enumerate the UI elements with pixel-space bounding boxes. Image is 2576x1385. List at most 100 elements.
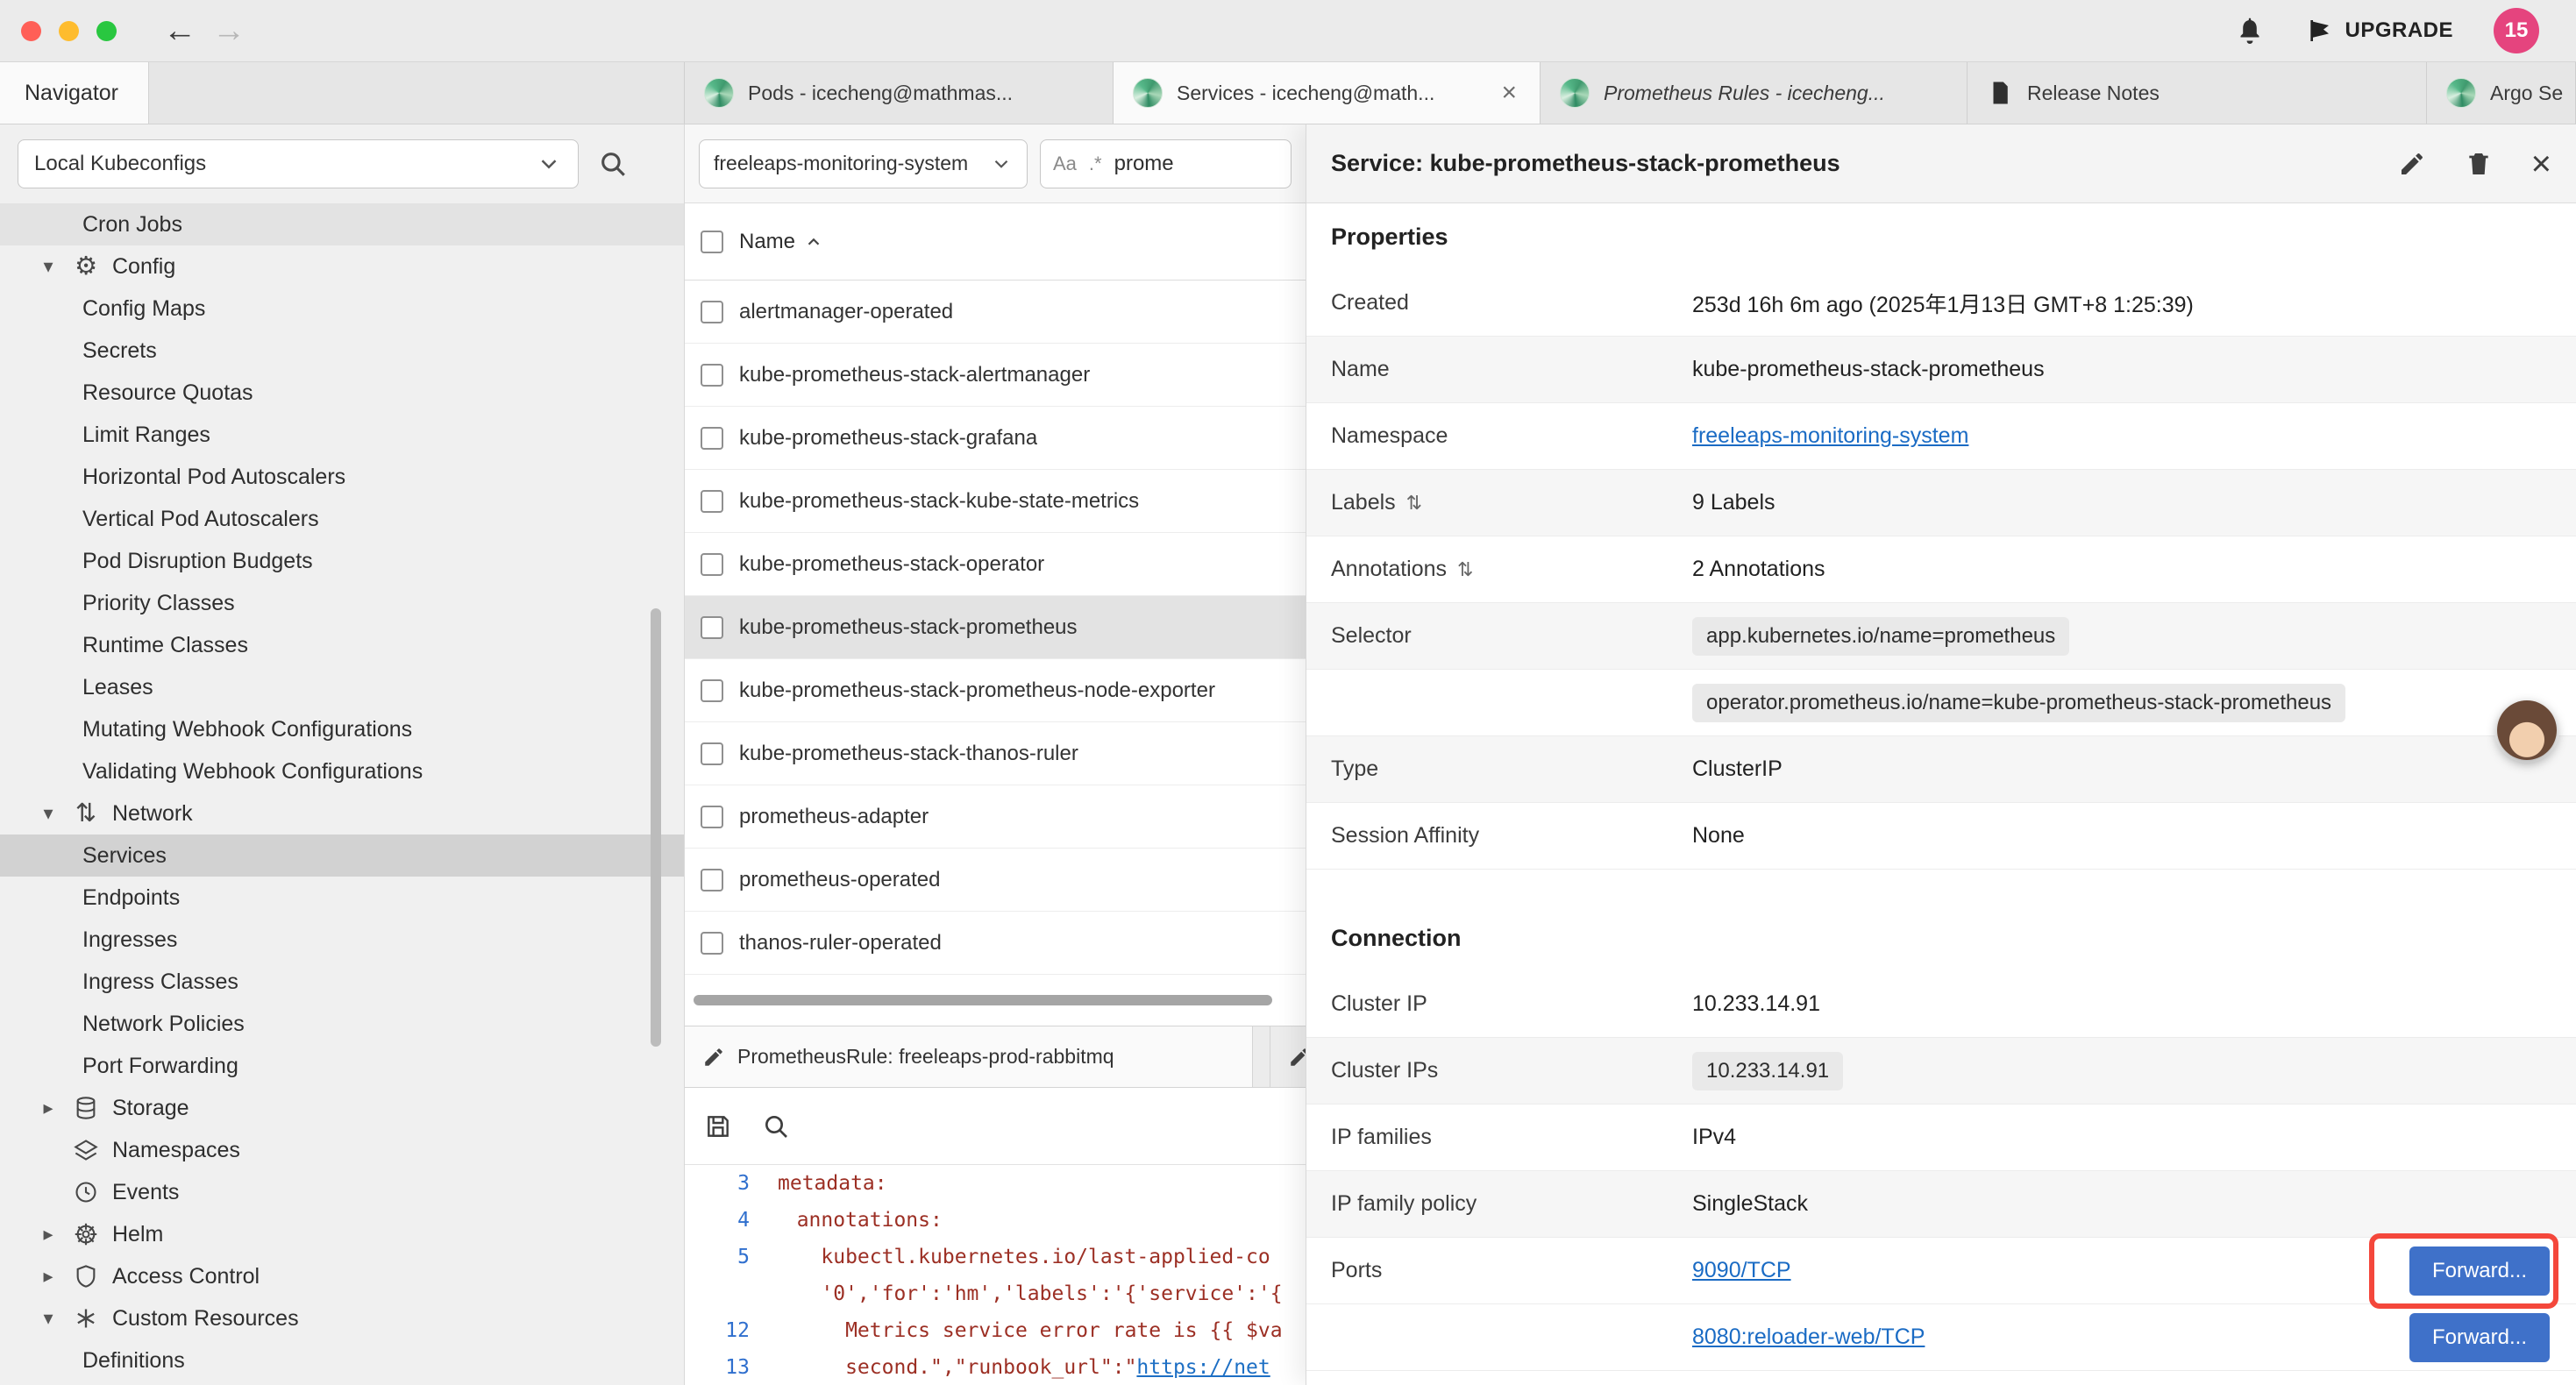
search-input[interactable] [1114, 152, 1220, 176]
tab-services[interactable]: Services - icecheng@math... × [1114, 62, 1541, 124]
sidebar-item-storage[interactable]: ▸ Storage [0, 1087, 684, 1129]
sidebar-item-events[interactable]: Events [0, 1171, 684, 1213]
tab-argo[interactable]: Argo Se [2427, 62, 2576, 124]
yaml-editor[interactable]: 3metadata: 4annotations: 5kubectl.kubern… [685, 1165, 1306, 1385]
tab-pods[interactable]: Pods - icecheng@mathmas... [685, 62, 1114, 124]
row-checkbox[interactable] [701, 301, 723, 323]
chevron-down-icon[interactable]: ▾ [37, 255, 60, 278]
regex-toggle[interactable]: .* [1089, 153, 1102, 175]
sidebar-search-icon[interactable] [598, 149, 628, 179]
chevron-right-icon[interactable]: ▸ [37, 1265, 60, 1288]
row-checkbox[interactable] [701, 932, 723, 955]
table-row[interactable]: kube-prometheus-stack-kube-state-metrics [685, 470, 1306, 533]
sidebar-item-port-forwarding[interactable]: Port Forwarding [0, 1045, 684, 1087]
back-icon[interactable]: ← [155, 14, 204, 47]
name-column-header[interactable]: Name [739, 230, 823, 254]
table-row[interactable]: kube-prometheus-stack-operator [685, 533, 1306, 596]
sidebar-item-cron-jobs[interactable]: Cron Jobs [0, 203, 684, 245]
tab-prometheus-rules[interactable]: Prometheus Rules - icecheng... [1541, 62, 1968, 124]
sidebar-item-custom-resources[interactable]: ▾ Custom Resources [0, 1297, 684, 1339]
table-row[interactable]: kube-prometheus-stack-prometheus-node-ex… [685, 659, 1306, 722]
tab-release-notes[interactable]: Release Notes [1968, 62, 2427, 124]
row-checkbox[interactable] [701, 553, 723, 576]
expand-labels-icon[interactable]: ⇅ [1406, 492, 1422, 515]
forward-button[interactable]: Forward... [2409, 1246, 2550, 1296]
forward-button[interactable]: Forward... [2409, 1313, 2550, 1362]
sidebar-item-network[interactable]: ▾ ⇅ Network [0, 792, 684, 835]
minimize-window-button[interactable] [59, 21, 79, 41]
horizontal-scrollbar[interactable] [694, 995, 1272, 1005]
namespace-select[interactable]: freeleaps-monitoring-system [699, 139, 1028, 188]
close-drawer-icon[interactable]: × [2531, 146, 2551, 181]
sidebar-item-helm[interactable]: ▸ Helm [0, 1213, 684, 1255]
table-row[interactable]: kube-prometheus-stack-thanos-ruler [685, 722, 1306, 785]
sidebar-item-config-maps[interactable]: Config Maps [0, 288, 684, 330]
sidebar-item-validating-webhook-configurations[interactable]: Validating Webhook Configurations [0, 750, 684, 792]
expand-annotations-icon[interactable]: ⇅ [1457, 558, 1473, 581]
row-checkbox[interactable] [701, 679, 723, 702]
editor-search-icon[interactable] [762, 1112, 790, 1140]
maximize-window-button[interactable] [96, 21, 117, 41]
dock-tab-prometheusrule[interactable]: PrometheusRule: freeleaps-prod-rabbitmq [685, 1026, 1253, 1087]
sidebar-item-definitions[interactable]: Definitions [0, 1339, 684, 1381]
upgrade-button[interactable]: UPGRADE [2306, 17, 2453, 45]
save-icon[interactable] [704, 1112, 732, 1140]
chevron-down-icon[interactable]: ▾ [37, 1307, 60, 1330]
chevron-right-icon[interactable]: ▸ [37, 1223, 60, 1246]
sidebar-item-pod-disruption-budgets[interactable]: Pod Disruption Budgets [0, 540, 684, 582]
delete-trash-icon[interactable] [2465, 150, 2493, 178]
forward-icon[interactable]: → [204, 14, 253, 47]
sidebar-item-namespaces[interactable]: Namespaces [0, 1129, 684, 1171]
sidebar-item-config[interactable]: ▾ ⚙ Config [0, 245, 684, 288]
sidebar-item-horizontal-pod-autoscalers[interactable]: Horizontal Pod Autoscalers [0, 456, 684, 498]
row-checkbox[interactable] [701, 427, 723, 450]
sidebar-item-runtime-classes[interactable]: Runtime Classes [0, 624, 684, 666]
table-row[interactable]: prometheus-operated [685, 849, 1306, 912]
code-text: Metrics service error rate is {{ $va [772, 1312, 1283, 1349]
sidebar-item-ingress-classes[interactable]: Ingress Classes [0, 961, 684, 1003]
dock-tab-partial[interactable] [1270, 1026, 1306, 1087]
notification-count-badge[interactable]: 15 [2494, 8, 2539, 53]
table-row[interactable]: kube-prometheus-stack-alertmanager [685, 344, 1306, 407]
port-link[interactable]: 9090/TCP [1692, 1258, 1791, 1283]
sidebar-item-services[interactable]: Services [0, 835, 684, 877]
table-row-selected[interactable]: kube-prometheus-stack-prometheus [685, 596, 1306, 659]
table-row[interactable]: kube-prometheus-stack-grafana [685, 407, 1306, 470]
row-checkbox[interactable] [701, 616, 723, 639]
sidebar-item-vertical-pod-autoscalers[interactable]: Vertical Pod Autoscalers [0, 498, 684, 540]
sidebar-item-access-control[interactable]: ▸ Access Control [0, 1255, 684, 1297]
select-all-checkbox[interactable] [701, 231, 723, 253]
sidebar-item-priority-classes[interactable]: Priority Classes [0, 582, 684, 624]
user-avatar[interactable] [2497, 700, 2557, 760]
kubeconfig-select[interactable]: Local Kubeconfigs [18, 139, 579, 188]
sidebar-item-limit-ranges[interactable]: Limit Ranges [0, 414, 684, 456]
sidebar-item-leases[interactable]: Leases [0, 666, 684, 708]
table-row[interactable]: thanos-ruler-operated [685, 912, 1306, 975]
sidebar-item-ingresses[interactable]: Ingresses [0, 919, 684, 961]
sidebar-item-label: Validating Webhook Configurations [82, 759, 423, 785]
chevron-right-icon[interactable]: ▸ [37, 1097, 60, 1119]
table-row[interactable]: prometheus-adapter [685, 785, 1306, 849]
edit-pencil-icon[interactable] [2398, 150, 2426, 178]
row-checkbox[interactable] [701, 869, 723, 891]
port-link[interactable]: 8080:reloader-web/TCP [1692, 1325, 1925, 1350]
row-checkbox[interactable] [701, 490, 723, 513]
sidebar-item-mutating-webhook-configurations[interactable]: Mutating Webhook Configurations [0, 708, 684, 750]
row-checkbox[interactable] [701, 742, 723, 765]
navigator-header-tab[interactable]: Navigator [0, 62, 149, 124]
namespace-link[interactable]: freeleaps-monitoring-system [1692, 423, 1968, 449]
chevron-down-icon[interactable]: ▾ [37, 802, 60, 825]
match-case-toggle[interactable]: Aa [1053, 153, 1077, 175]
sidebar-scrollbar[interactable] [651, 608, 661, 1047]
sidebar-item-endpoints[interactable]: Endpoints [0, 877, 684, 919]
sidebar-item-resource-quotas[interactable]: Resource Quotas [0, 372, 684, 414]
table-row[interactable]: alertmanager-operated [685, 281, 1306, 344]
close-tab-icon[interactable]: × [1498, 78, 1520, 108]
sidebar-item-network-policies[interactable]: Network Policies [0, 1003, 684, 1045]
close-window-button[interactable] [21, 21, 41, 41]
notifications-bell-icon[interactable] [2234, 15, 2266, 46]
row-checkbox[interactable] [701, 806, 723, 828]
sidebar-item-secrets[interactable]: Secrets [0, 330, 684, 372]
row-checkbox[interactable] [701, 364, 723, 387]
list-search-box[interactable]: Aa .* [1040, 139, 1292, 188]
